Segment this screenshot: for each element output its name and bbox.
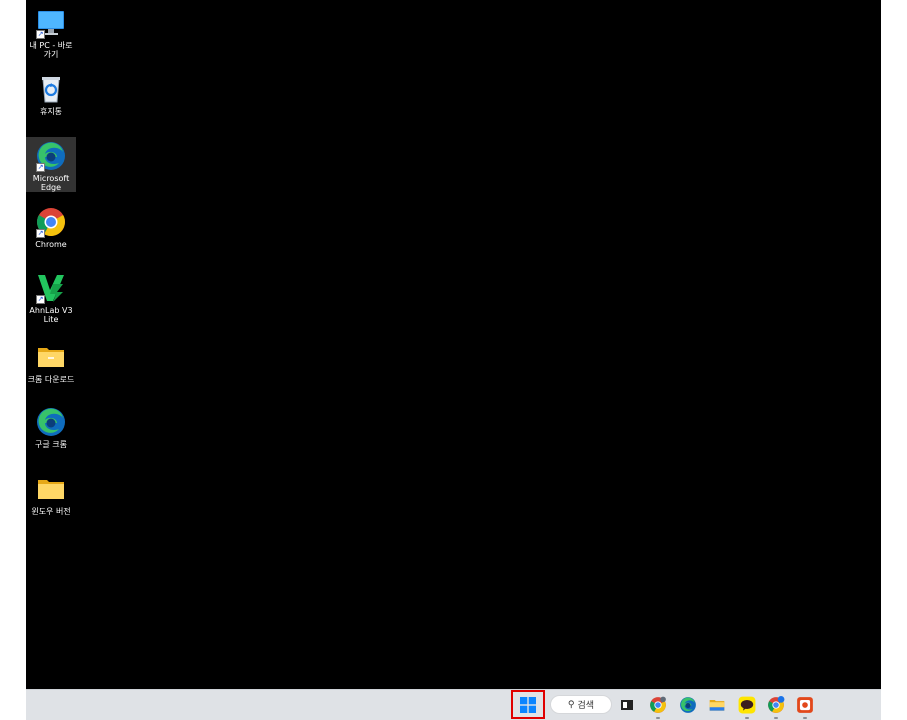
shortcut-arrow-icon: ↗ [36,30,45,39]
edge-icon [680,697,696,713]
taskbar-app-kakaotalk[interactable] [736,690,758,720]
chrome-beta-icon [768,696,785,713]
taskbar-app-chrome[interactable] [647,690,669,720]
edge-icon: ↗ [35,140,67,172]
taskbar-app-chrome-beta[interactable] [765,690,787,720]
desktop-icon-my-pc[interactable]: ↗ 내 PC - 바로 가기 [26,4,76,59]
desktop-icon-ahnlab-v3[interactable]: ↗ AhnLab V3 Lite [26,269,76,324]
task-view-button[interactable] [616,690,638,720]
v3-icon: ↗ [35,272,67,304]
folder-icon [35,341,67,373]
desktop-icon-recycle-bin[interactable]: 휴지통 [26,70,76,116]
desktop-icon-label: Chrome [35,240,67,249]
desktop: ↗ 내 PC - 바로 가기 휴지통 ↗ Microsoft Edge ↗ Ch… [26,0,881,689]
shortcut-arrow-icon: ↗ [36,295,45,304]
taskbar-app-edge[interactable] [677,690,699,720]
running-indicator [774,717,778,719]
shortcut-arrow-icon: ↗ [36,163,45,172]
chrome-icon [650,696,666,713]
recycle-bin-icon [35,73,67,105]
desktop-icon-google-chrome[interactable]: 구글 크롬 [26,403,76,449]
running-indicator [745,717,749,719]
desktop-icon-label: 윈도우 버전 [31,507,71,516]
task-view-icon [621,700,633,710]
kakaotalk-icon [738,696,756,714]
search-label: 검색 [577,701,595,711]
search-icon: ⚲ [567,699,575,710]
desktop-icon-label: 내 PC - 바로 가기 [29,41,73,59]
running-indicator [803,717,807,719]
folder-icon [35,473,67,505]
monitor-icon: ↗ [35,7,67,39]
desktop-icon-label: 휴지통 [39,107,63,116]
taskbar-search-box[interactable]: ⚲ 검색 [550,695,612,714]
desktop-icon-chrome-download-folder[interactable]: 크롬 다운로드 [26,338,76,384]
taskbar-app-unknown[interactable] [794,690,816,720]
shortcut-arrow-icon: ↗ [36,229,45,238]
windows-logo-icon [520,696,536,713]
desktop-icon-chrome[interactable]: ↗ Chrome [26,203,76,249]
running-indicator [656,717,660,719]
desktop-icon-label: AhnLab V3 Lite [29,306,73,324]
desktop-icon-label: Microsoft Edge [32,174,70,192]
desktop-icon-label: 크롬 다운로드 [27,375,75,384]
taskbar: ⚲ 검색 [26,689,881,720]
desktop-icon-label: 구글 크롬 [35,440,67,449]
folder-icon [709,699,725,711]
desktop-icon-microsoft-edge[interactable]: ↗ Microsoft Edge [26,137,76,192]
start-button[interactable] [511,690,545,719]
edge-icon [35,406,67,438]
chrome-icon: ↗ [35,206,67,238]
app-icon [797,697,813,713]
taskbar-app-file-explorer[interactable] [706,690,728,720]
desktop-icon-windows-version-folder[interactable]: 윈도우 버전 [26,470,76,516]
